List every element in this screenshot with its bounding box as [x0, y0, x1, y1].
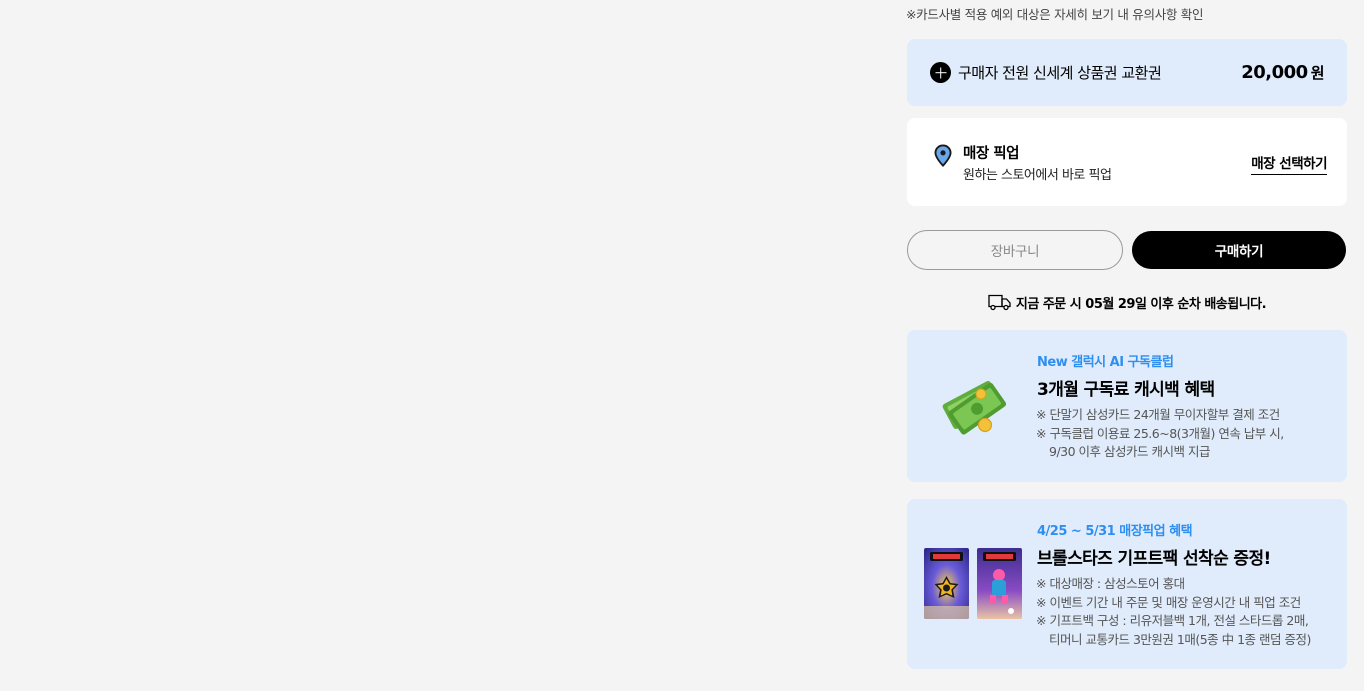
card-exception-notice: ※카드사별 적용 예외 대상은 자세히 보기 내 유의사항 확인 [906, 7, 1204, 22]
promo-condition-line: ※ 이벤트 기간 내 주문 및 매장 운영시간 내 픽업 조건 [1036, 594, 1301, 610]
promo-card-subscription[interactable]: New 갤럭시 AI 구독클럽 3개월 구독료 캐시백 혜택 ※ 단말기 삼성카… [907, 330, 1347, 482]
select-store-link[interactable]: 매장 선택하기 [1251, 152, 1327, 175]
plus-circle-icon [930, 62, 951, 83]
store-pickup-panel: 매장 픽업 원하는 스토어에서 바로 픽업 매장 선택하기 [907, 118, 1347, 206]
pickup-title: 매장 픽업 [963, 146, 1019, 162]
promo-condition-line: ※ 기프트백 구성 : 리유저블백 1개, 전설 스타드롭 2매, [1036, 613, 1309, 628]
promo-eyebrow: New 갤럭시 AI 구독클럽 [1037, 355, 1174, 370]
promo-title: 3개월 구독료 캐시백 혜택 [1037, 380, 1215, 400]
delivery-notice-text: 지금 주문 시 05월 29일 이후 순차 배송됩니다. [1015, 296, 1267, 312]
promo-condition-line: ※ 대상매장 : 삼성스토어 홍대 [1036, 576, 1185, 591]
money-icon [942, 381, 1007, 435]
gift-voucher-amount: 20,000 원 [1241, 62, 1324, 83]
buy-button[interactable]: 구매하기 [1132, 231, 1346, 269]
promo-condition-line: 9/30 이후 삼성카드 캐시백 지급 [1049, 444, 1210, 459]
brawl-stars-card-icon [977, 548, 1022, 619]
gift-voucher-banner[interactable]: 구매자 전원 신세계 상품권 교환권 20,000 원 [907, 39, 1347, 106]
promo-title: 브롤스타즈 기프트팩 선착순 증정! [1037, 549, 1271, 569]
promo-condition-line: ※ 구독클럽 이용료 25.6~8(3개월) 연속 납부 시, [1036, 425, 1284, 441]
promo-eyebrow: 4/25 ~ 5/31 매장픽업 혜택 [1037, 524, 1193, 539]
promo-condition-line: ※ 단말기 삼성카드 24개월 무이자할부 결제 조건 [1036, 407, 1280, 422]
promo-conditions: ※ 단말기 삼성카드 24개월 무이자할부 결제 조건 ※ 구독클럽 이용료 2… [1036, 406, 1284, 462]
location-pin-icon [934, 144, 952, 167]
currency-unit: 원 [1310, 64, 1325, 82]
brawl-stars-card-icon [924, 548, 969, 619]
promo-conditions: ※ 대상매장 : 삼성스토어 홍대 ※ 이벤트 기간 내 주문 및 매장 운영시… [1036, 575, 1311, 649]
delivery-notice: 지금 주문 시 05월 29일 이후 순차 배송됩니다. [907, 291, 1347, 313]
pickup-subtitle: 원하는 스토어에서 바로 픽업 [963, 168, 1112, 183]
promo-condition-line: 티머니 교통카드 3만원권 1매(5종 中 1종 랜덤 증정) [1049, 631, 1311, 647]
truck-icon [988, 294, 1011, 311]
promo-card-brawl-stars[interactable]: 4/25 ~ 5/31 매장픽업 혜택 브롤스타즈 기프트팩 선착순 증정! ※… [907, 499, 1347, 669]
add-to-cart-button[interactable]: 장바구니 [907, 230, 1123, 270]
gift-voucher-label: 구매자 전원 신세계 상품권 교환권 [958, 64, 1162, 82]
